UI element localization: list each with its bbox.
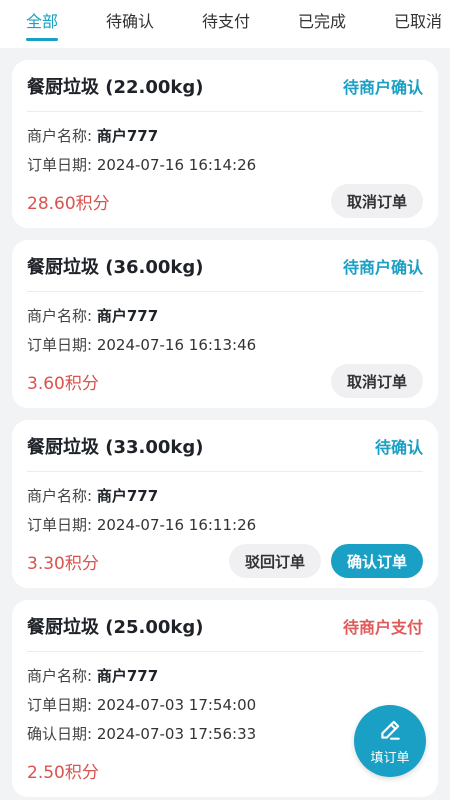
tab-pending-payment[interactable]: 待支付 <box>202 0 250 48</box>
order-status: 待商户确认 <box>342 77 423 97</box>
order-date: 2024-07-16 16:11:26 <box>96 516 257 534</box>
order-footer: 28.60积分 取消订单 <box>27 180 423 228</box>
merchant-name: 商户777 <box>96 127 159 145</box>
merchant-row: 商户名称: 商户777 <box>27 302 423 331</box>
merchant-label: 商户名称: <box>27 667 93 685</box>
order-info: 商户名称: 商户777 订单日期: 2024-07-16 16:13:46 <box>27 292 423 360</box>
cancel-order-button[interactable]: 取消订单 <box>330 184 423 218</box>
order-title: 餐厨垃圾 (36.00kg) <box>27 256 204 278</box>
order-header: 餐厨垃圾 (25.00kg) 待商户支付 <box>27 600 423 652</box>
merchant-row: 商户名称: 商户777 <box>27 122 423 151</box>
merchant-name: 商户777 <box>96 487 159 505</box>
merchant-row: 商户名称: 商户777 <box>27 482 423 511</box>
merchant-label: 商户名称: <box>27 127 93 145</box>
order-date-row: 订单日期: 2024-07-16 16:14:26 <box>27 151 423 180</box>
order-actions: 驳回订单 确认订单 <box>228 544 423 578</box>
order-header: 餐厨垃圾 (33.00kg) 待确认 <box>27 420 423 472</box>
confirm-date-label: 确认日期: <box>27 725 93 743</box>
confirm-date: 2024-07-03 17:56:33 <box>96 725 257 743</box>
pencil-icon <box>381 720 400 740</box>
tab-all[interactable]: 全部 <box>26 0 59 48</box>
order-date-label: 订单日期: <box>27 696 93 714</box>
order-status: 待商户确认 <box>342 257 423 277</box>
order-card[interactable]: 餐厨垃圾 (33.00kg) 待确认 商户名称: 商户777 订单日期: 202… <box>12 420 438 588</box>
tab-completed[interactable]: 已完成 <box>298 0 346 48</box>
order-actions: 取消订单 <box>330 364 423 398</box>
order-date: 2024-07-16 16:14:26 <box>96 156 257 174</box>
order-card[interactable]: 餐厨垃圾 (36.00kg) 待商户确认 商户名称: 商户777 订单日期: 2… <box>12 240 438 408</box>
fill-order-fab[interactable]: 填订单 <box>354 705 426 777</box>
order-header: 餐厨垃圾 (22.00kg) 待商户确认 <box>27 60 423 112</box>
reject-order-button[interactable]: 驳回订单 <box>228 544 321 578</box>
merchant-label: 商户名称: <box>27 307 93 325</box>
order-footer: 3.30积分 驳回订单 确认订单 <box>27 540 423 588</box>
order-points: 2.50积分 <box>27 762 99 783</box>
order-date: 2024-07-03 17:54:00 <box>96 696 257 714</box>
order-points: 28.60积分 <box>27 193 110 214</box>
order-points: 3.30积分 <box>27 553 99 574</box>
order-actions: 取消订单 <box>330 184 423 218</box>
merchant-label: 商户名称: <box>27 487 93 505</box>
order-date-label: 订单日期: <box>27 156 93 174</box>
order-title: 餐厨垃圾 (33.00kg) <box>27 436 204 458</box>
order-footer: 3.60积分 取消订单 <box>27 360 423 408</box>
merchant-row: 商户名称: 商户777 <box>27 662 423 691</box>
cancel-order-button[interactable]: 取消订单 <box>330 364 423 398</box>
order-card[interactable]: 餐厨垃圾 (22.00kg) 待商户确认 商户名称: 商户777 订单日期: 2… <box>12 60 438 228</box>
order-date-row: 订单日期: 2024-07-16 16:11:26 <box>27 511 423 540</box>
order-info: 商户名称: 商户777 订单日期: 2024-07-16 16:14:26 <box>27 112 423 180</box>
order-title: 餐厨垃圾 (25.00kg) <box>27 616 204 638</box>
order-date-label: 订单日期: <box>27 516 93 534</box>
order-header: 餐厨垃圾 (36.00kg) 待商户确认 <box>27 240 423 292</box>
order-status-tabs: 全部 待确认 待支付 已完成 已取消 <box>0 0 450 48</box>
merchant-name: 商户777 <box>96 307 159 325</box>
order-date: 2024-07-16 16:13:46 <box>96 336 257 354</box>
fab-label: 填订单 <box>370 750 410 766</box>
confirm-order-button[interactable]: 确认订单 <box>330 544 423 578</box>
order-date-label: 订单日期: <box>27 336 93 354</box>
tab-pending-confirm[interactable]: 待确认 <box>106 0 154 48</box>
merchant-name: 商户777 <box>96 667 159 685</box>
tab-cancelled[interactable]: 已取消 <box>394 0 442 48</box>
order-info: 商户名称: 商户777 订单日期: 2024-07-16 16:11:26 <box>27 472 423 540</box>
order-points: 3.60积分 <box>27 373 99 394</box>
order-status: 待商户支付 <box>342 617 423 637</box>
order-list: 餐厨垃圾 (22.00kg) 待商户确认 商户名称: 商户777 订单日期: 2… <box>12 60 438 800</box>
order-date-row: 订单日期: 2024-07-16 16:13:46 <box>27 331 423 360</box>
order-status: 待确认 <box>374 437 423 457</box>
order-title: 餐厨垃圾 (22.00kg) <box>27 76 204 98</box>
